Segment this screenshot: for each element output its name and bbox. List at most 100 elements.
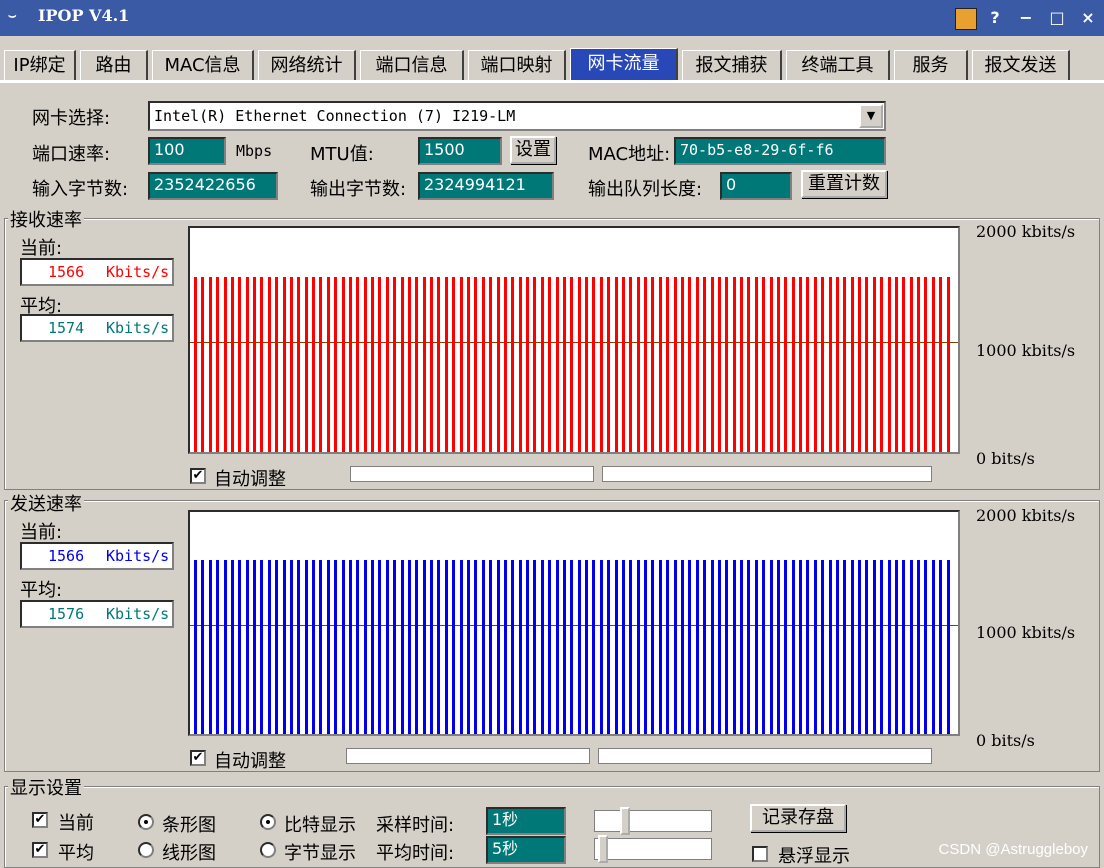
input-bytes-field[interactable]: 2352422656 <box>148 172 278 200</box>
tab-7[interactable]: 报文捕获 <box>682 50 782 82</box>
chart-bar <box>740 277 744 452</box>
chart-bar <box>503 277 507 452</box>
recv-auto-adjust-checkbox[interactable]: ✔ <box>190 468 206 484</box>
sample-time-slider-thumb[interactable] <box>620 807 630 835</box>
chart-bar <box>540 277 544 452</box>
chart-bar <box>496 277 500 452</box>
chart-bar <box>703 277 707 452</box>
mtu-field[interactable]: 1500 <box>418 137 502 165</box>
tab-3[interactable]: 网络统计 <box>258 50 356 82</box>
chart-bar <box>776 560 780 734</box>
chevron-down-icon[interactable]: ▼ <box>859 104 883 128</box>
chart-bar <box>260 560 264 734</box>
send-auto-adjust-checkbox[interactable]: ✔ <box>190 750 206 766</box>
send-current-field: 1566 Kbits/s <box>20 542 174 570</box>
chart-bar <box>511 560 515 734</box>
port-speed-field[interactable]: 100 <box>148 137 226 165</box>
tab-8[interactable]: 终端工具 <box>786 50 890 82</box>
sample-time-slider[interactable] <box>594 810 712 832</box>
tab-10[interactable]: 报文发送 <box>972 50 1070 82</box>
chart-bar <box>430 560 434 734</box>
chart-bar <box>917 277 921 452</box>
pin-icon[interactable] <box>955 8 977 30</box>
sample-time-field[interactable]: 1秒 <box>486 807 566 835</box>
chart-bar <box>939 560 943 734</box>
chart-bar <box>356 277 360 452</box>
chart-bar <box>319 560 323 734</box>
chart-bar <box>245 560 249 734</box>
chart-bar <box>282 277 286 452</box>
average-time-slider[interactable] <box>594 838 712 860</box>
byte-display-radio[interactable] <box>260 842 276 858</box>
chart-bar <box>835 560 839 734</box>
chart-bar <box>902 560 906 734</box>
chart-bar <box>732 560 736 734</box>
help-button[interactable]: ? <box>983 6 1007 30</box>
send-scroll-slider-right[interactable] <box>598 748 932 764</box>
tab-4[interactable]: 端口信息 <box>360 50 464 82</box>
average-time-slider-thumb[interactable] <box>598 835 608 863</box>
set-button[interactable]: 设置 <box>510 136 556 164</box>
chart-bar <box>393 560 397 734</box>
chart-bar <box>526 277 530 452</box>
tab-1[interactable]: 路由 <box>80 50 148 82</box>
send-avg-label: 平均: <box>20 580 63 601</box>
chart-bar <box>784 277 788 452</box>
chart-bar <box>533 560 537 734</box>
chart-bar <box>216 560 220 734</box>
chart-bar <box>887 277 891 452</box>
input-bytes-label: 输入字节数: <box>32 179 129 200</box>
mac-field[interactable]: 70-b5-e8-29-6f-f6 <box>674 137 886 165</box>
tab-0[interactable]: IP绑定 <box>4 50 76 82</box>
chart-bar <box>909 277 913 452</box>
float-display-checkbox[interactable] <box>752 846 768 862</box>
title-bar: ⌣ IPOP V4.1 ? − □ × <box>0 0 1104 36</box>
chart-bar <box>821 560 825 734</box>
chart-bar <box>813 560 817 734</box>
line-chart-radio[interactable] <box>138 842 154 858</box>
chart-bar <box>304 560 308 734</box>
chart-bar <box>267 277 271 452</box>
chart-bar <box>275 277 279 452</box>
chart-bar <box>407 277 411 452</box>
bit-display-radio[interactable] <box>260 814 276 830</box>
queue-length-field[interactable]: 0 <box>720 172 792 200</box>
recv-current-value: 1566 <box>48 263 85 281</box>
chart-bar <box>385 560 389 734</box>
send-scroll-slider-left[interactable] <box>346 748 590 764</box>
recv-scroll-slider-left[interactable] <box>350 466 594 482</box>
chart-bar <box>348 560 352 734</box>
tab-5[interactable]: 端口映射 <box>468 50 566 82</box>
chart-bar <box>695 560 699 734</box>
tab-6[interactable]: 网卡流量 <box>570 48 678 82</box>
byte-display-label: 字节显示 <box>284 843 356 864</box>
show-current-checkbox[interactable]: ✔ <box>32 812 48 828</box>
chart-bar <box>666 560 670 734</box>
chart-bar <box>452 277 456 452</box>
nic-select-value: Intel(R) Ethernet Connection (7) I219-LM <box>154 107 516 125</box>
send-rate-chart <box>188 510 960 736</box>
chart-bar <box>363 560 367 734</box>
tab-9[interactable]: 服务 <box>894 50 968 82</box>
reset-count-button[interactable]: 重置计数 <box>801 170 887 198</box>
record-save-button[interactable]: 记录存盘 <box>750 804 846 832</box>
maximize-button[interactable]: □ <box>1045 6 1069 30</box>
close-button[interactable]: × <box>1076 6 1100 30</box>
output-bytes-field[interactable]: 2324994121 <box>418 172 554 200</box>
float-display-label: 悬浮显示 <box>778 846 850 867</box>
chart-bar <box>253 560 257 734</box>
nic-select[interactable]: Intel(R) Ethernet Connection (7) I219-LM… <box>148 101 886 131</box>
chart-bar <box>688 277 692 452</box>
chart-bar <box>821 277 825 452</box>
chart-bar <box>680 277 684 452</box>
chart-bar <box>658 277 662 452</box>
bar-chart-radio[interactable] <box>138 814 154 830</box>
tab-2[interactable]: MAC信息 <box>152 50 254 82</box>
chart-bar <box>562 277 566 452</box>
minimize-button[interactable]: − <box>1014 6 1038 30</box>
send-avg-field: 1576 Kbits/s <box>20 600 174 628</box>
show-average-checkbox[interactable]: ✔ <box>32 842 48 858</box>
recv-scroll-slider-right[interactable] <box>602 466 932 482</box>
average-time-field[interactable]: 5秒 <box>486 836 566 864</box>
chart-bar <box>555 560 559 734</box>
